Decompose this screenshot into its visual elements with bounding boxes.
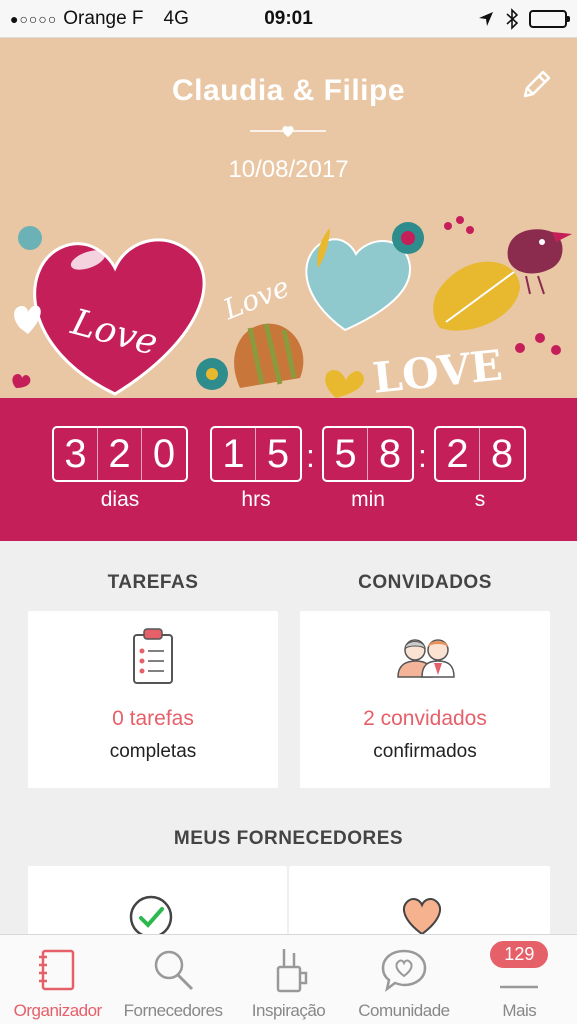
countdown-minutes: 5 8 bbox=[322, 426, 414, 482]
tab-fornecedores[interactable]: Fornecedores bbox=[115, 935, 230, 1024]
signal-strength: ●○○○○ bbox=[10, 10, 58, 27]
hours-digit: 1 bbox=[212, 428, 256, 480]
art-word-2: Love bbox=[218, 270, 294, 326]
tab-label: Mais bbox=[502, 1001, 537, 1020]
guests-subtext: confirmados bbox=[373, 741, 477, 762]
art-word-3: LOVE bbox=[370, 341, 504, 398]
tab-bar: Organizador Fornecedores Inspiração Comu… bbox=[0, 934, 577, 1024]
tab-label: Fornecedores bbox=[123, 1001, 223, 1020]
search-icon bbox=[154, 950, 194, 991]
tab-mais[interactable]: 129 Mais bbox=[462, 935, 577, 1024]
love-illustration: Love Love LOVE bbox=[12, 216, 572, 398]
tasks-title: TAREFAS bbox=[107, 572, 199, 593]
carrier-name: Orange F bbox=[63, 7, 144, 29]
hours-label: hrs bbox=[241, 488, 271, 511]
countdown-days: 3 2 0 bbox=[52, 426, 188, 482]
bluetooth-icon bbox=[506, 7, 519, 30]
location-arrow-icon bbox=[479, 11, 493, 26]
tab-inspiracao[interactable]: Inspiração bbox=[231, 935, 346, 1024]
tasks-count: 0 tarefas bbox=[112, 707, 194, 730]
days-label: dias bbox=[100, 488, 140, 511]
battery-icon bbox=[529, 9, 570, 28]
guests-count: 2 convidados bbox=[363, 707, 487, 730]
heart-divider-icon bbox=[250, 126, 326, 137]
seconds-digit: 2 bbox=[436, 428, 480, 480]
couple-names: Claudia & Filipe bbox=[171, 74, 406, 107]
seconds-digit: 8 bbox=[490, 431, 514, 476]
guests-title: CONVIDADOS bbox=[358, 572, 492, 593]
notification-badge: 129 bbox=[490, 941, 549, 968]
heart-icon bbox=[403, 897, 441, 936]
guests-card[interactable]: 2 convidados confirmados bbox=[300, 611, 550, 788]
tab-organizador[interactable]: Organizador bbox=[0, 935, 115, 1024]
seconds-label: s bbox=[474, 488, 486, 511]
edit-pencil-icon[interactable] bbox=[519, 68, 553, 102]
notebook-icon bbox=[38, 949, 74, 991]
tab-label: Comunidade bbox=[358, 1001, 450, 1020]
status-bar: ●○○○○ Orange F 4G 09:01 bbox=[0, 0, 577, 38]
days-digit: 3 bbox=[54, 428, 98, 480]
minutes-digit: 8 bbox=[378, 431, 402, 476]
countdown-hours: 1 5 bbox=[210, 426, 302, 482]
chat-heart-icon bbox=[381, 949, 427, 993]
countdown-panel: 3 2 0 dias 1 5 hrs : 5 8 min : 2 8 s bbox=[0, 398, 577, 541]
minutes-digit: 5 bbox=[324, 428, 368, 480]
tasks-card[interactable]: 0 tarefas completas bbox=[28, 611, 278, 788]
time-separator: : bbox=[418, 438, 427, 474]
tab-label: Inspiração bbox=[251, 1001, 326, 1020]
time-separator: : bbox=[306, 438, 315, 474]
tab-comunidade[interactable]: Comunidade bbox=[346, 935, 461, 1024]
vendors-title: MEUS FORNECEDORES bbox=[173, 828, 404, 849]
wedding-banner: Claudia & Filipe 10/08/2017 Love Love LO… bbox=[0, 38, 577, 398]
clipboard-checklist-icon bbox=[133, 628, 173, 684]
countdown-seconds: 2 8 bbox=[434, 426, 526, 482]
minutes-label: min bbox=[351, 488, 385, 511]
wedding-date: 10/08/2017 bbox=[228, 156, 349, 183]
guests-couple-icon bbox=[397, 639, 455, 678]
hours-digit: 5 bbox=[266, 431, 290, 476]
network-type: 4G bbox=[163, 7, 189, 29]
tasks-subtext: completas bbox=[109, 741, 197, 762]
tools-icon bbox=[276, 949, 307, 993]
days-digit: 0 bbox=[152, 431, 176, 476]
days-digit: 2 bbox=[98, 428, 142, 480]
tab-label: Organizador bbox=[13, 1001, 103, 1020]
